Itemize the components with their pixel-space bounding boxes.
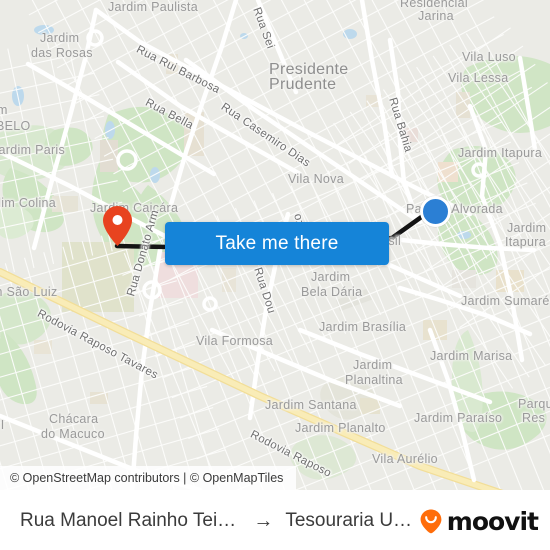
moovit-map-widget: Presidente Prudente Jardim Paulista Jardi… xyxy=(0,0,550,550)
map-canvas[interactable]: Presidente Prudente Jardim Paulista Jardi… xyxy=(0,0,550,490)
trip-summary-bar: Rua Manoel Rainho Teixeira, 2... → Tesou… xyxy=(0,490,550,550)
arrow-right-icon: → xyxy=(253,510,274,532)
origin-address-label[interactable]: Rua Manoel Rainho Teixeira, 2... xyxy=(20,510,241,532)
take-me-there-label: Take me there xyxy=(215,232,339,254)
moovit-logo[interactable]: moovit xyxy=(418,506,539,536)
origin-pin-icon[interactable] xyxy=(103,206,132,246)
destination-dot-icon[interactable] xyxy=(420,196,451,227)
moovit-pin-icon xyxy=(420,509,442,534)
destination-name-label[interactable]: Tesouraria Unoes... xyxy=(285,510,417,532)
moovit-wordmark: moovit xyxy=(446,506,539,536)
take-me-there-button[interactable]: Take me there xyxy=(165,222,389,265)
